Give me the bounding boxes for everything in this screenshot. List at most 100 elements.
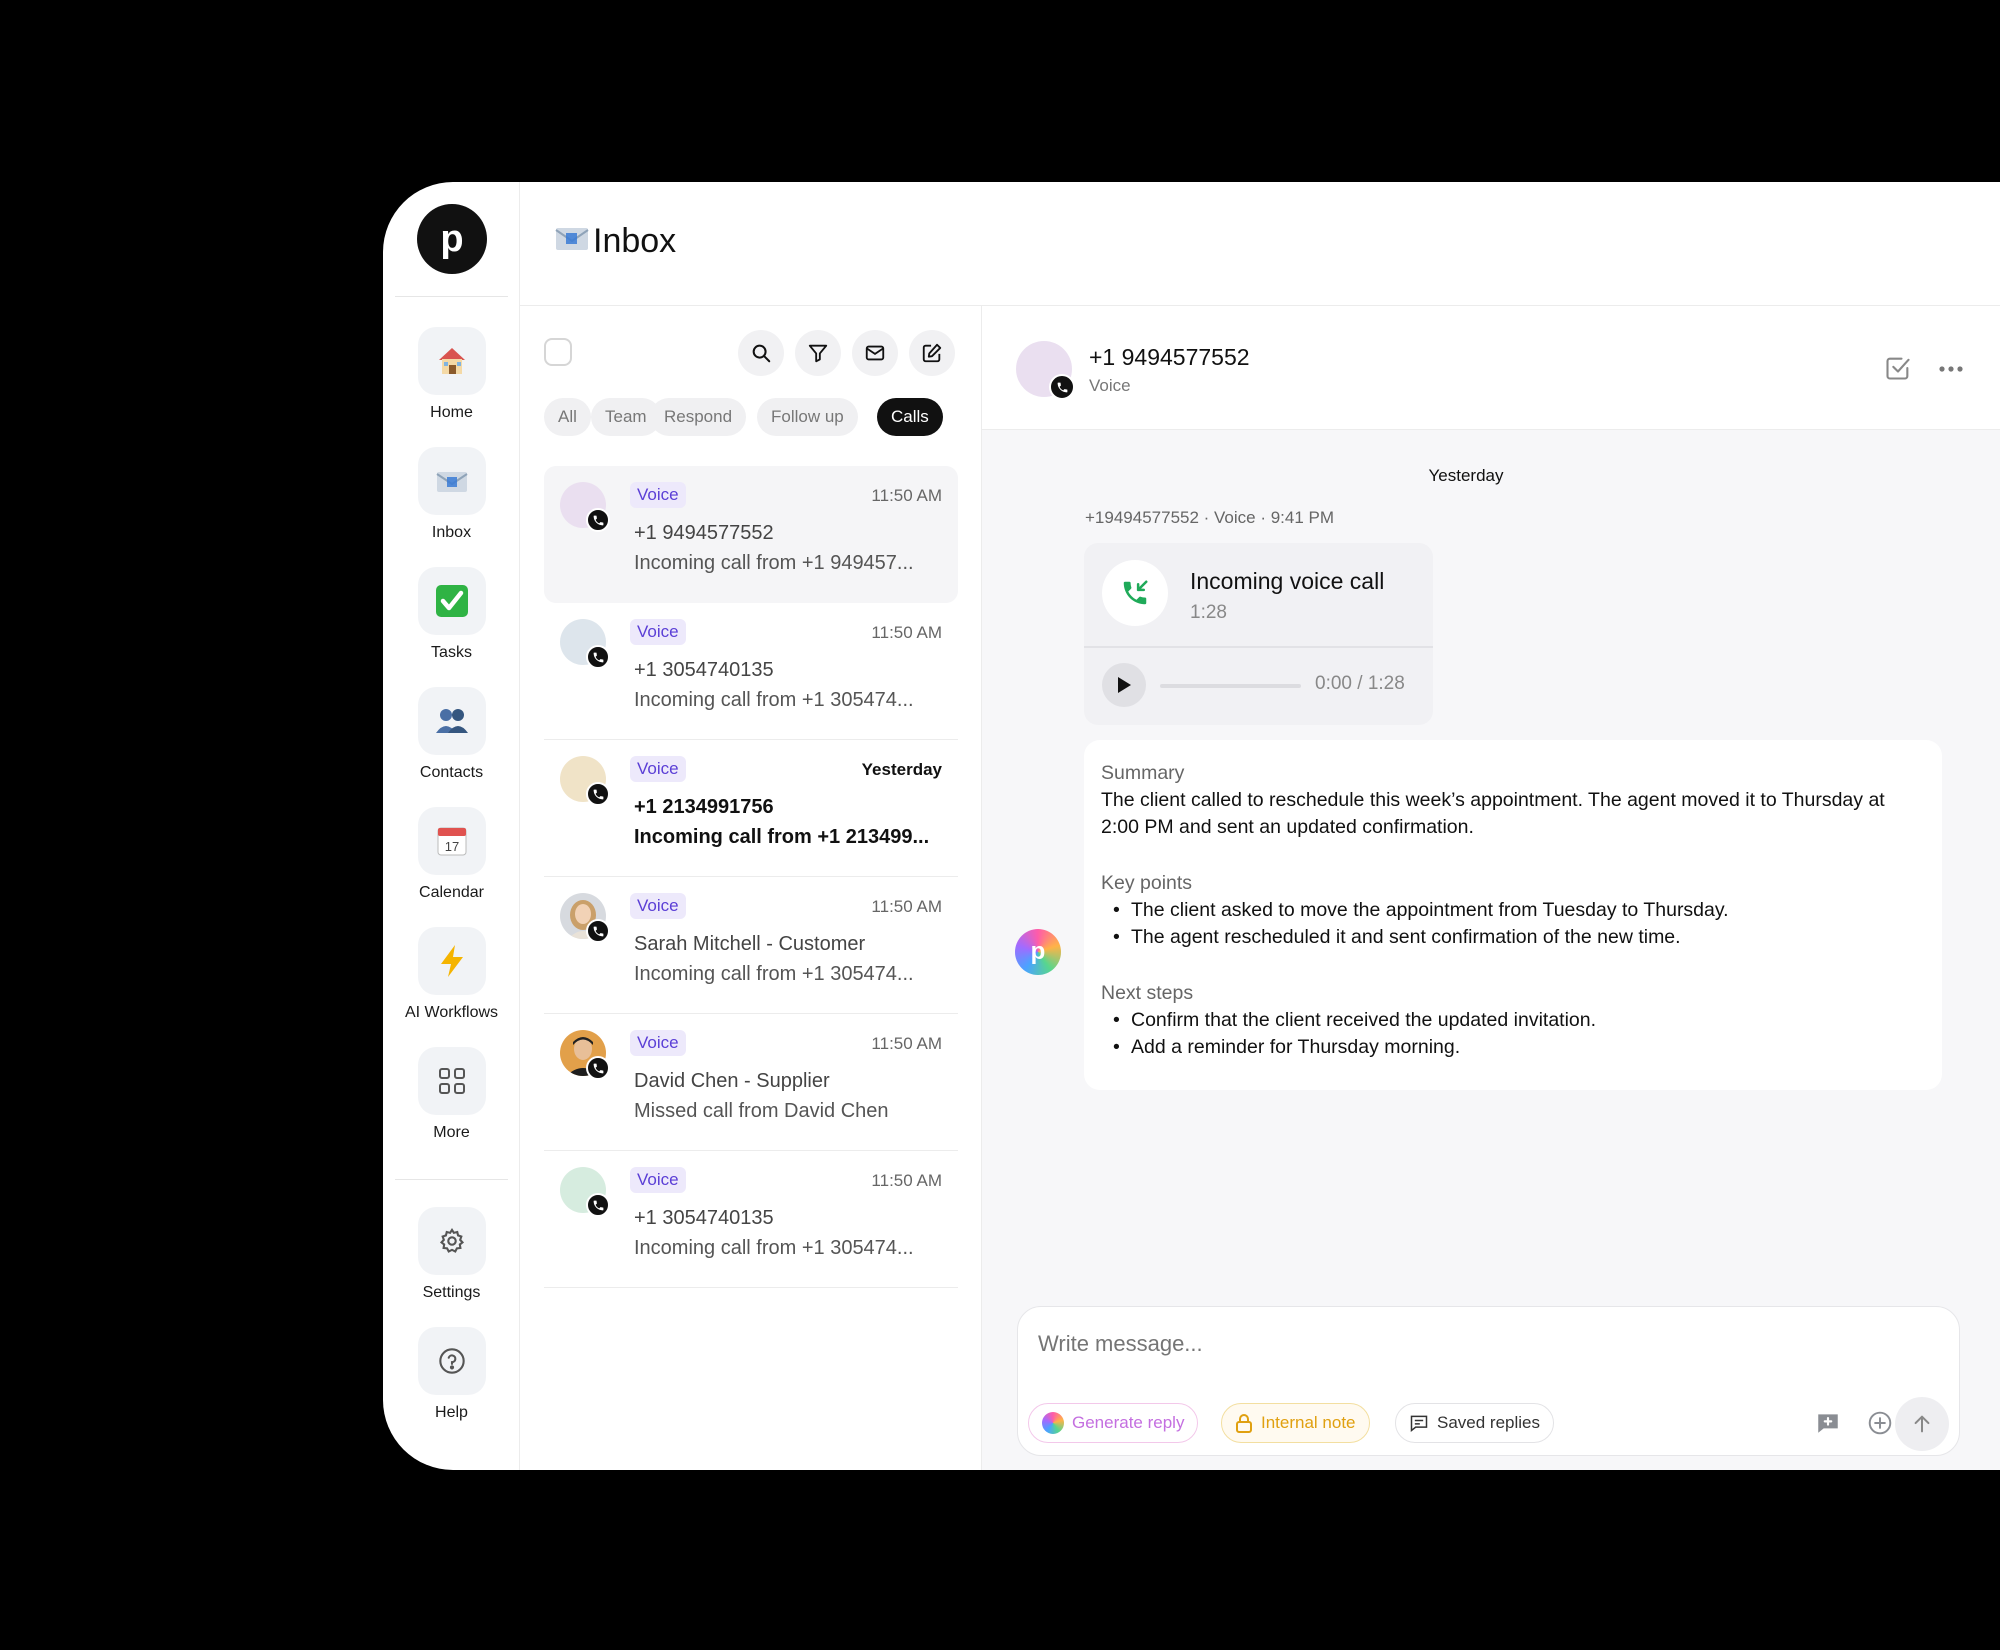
conversation-time: 11:50 AM — [871, 486, 942, 505]
conversation-time: 11:50 AM — [871, 1034, 942, 1053]
list-item: The agent rescheduled it and sent confir… — [1101, 924, 1925, 951]
sidebar-item-home[interactable]: Home — [383, 327, 520, 422]
call-duration: 1:28 — [1190, 602, 1227, 623]
contact-channel: Voice — [1089, 376, 1131, 395]
phone-icon — [1049, 374, 1075, 400]
sidebar-item-help[interactable]: Help — [383, 1327, 520, 1422]
ai-assistant-avatar: p — [1015, 929, 1061, 975]
channel-tag: Voice — [630, 482, 686, 508]
conversation-time: 11:50 AM — [871, 623, 942, 642]
phone-icon — [586, 508, 610, 532]
sidebar-item-label: Contacts — [419, 764, 484, 781]
sidebar-item-label: Inbox — [431, 524, 472, 541]
contacts-icon — [417, 687, 486, 755]
lock-icon — [1236, 1414, 1252, 1433]
attach-button[interactable] — [1860, 1403, 1900, 1443]
phone-icon — [586, 1193, 610, 1217]
sidebar-item-settings[interactable]: Settings — [383, 1207, 520, 1302]
ai-sparkle-icon — [1042, 1412, 1064, 1434]
button-label: Saved replies — [1437, 1413, 1541, 1432]
message-plus-icon — [1818, 1414, 1838, 1433]
conversation-item[interactable]: Voice 11:50 AM +1 9494577552 Incoming ca… — [544, 466, 958, 603]
conversation-detail: +1 9494577552 Voice Yesterday +194945775… — [982, 306, 2000, 1470]
list-item: The client asked to move the appointment… — [1101, 897, 1925, 924]
conversation-name: Sarah Mitchell - Customer — [634, 933, 866, 955]
select-all-checkbox[interactable] — [544, 338, 572, 366]
channel-tag: Voice — [630, 1030, 686, 1056]
conversation-list-panel: All Team Respond Follow up Calls Voice 1… — [520, 306, 982, 1470]
next-steps-heading: Next steps — [1101, 982, 1194, 1004]
sidebar-item-label: Home — [430, 404, 473, 421]
conversation-preview: Incoming call from +1 305474... — [634, 963, 914, 985]
conversation-preview: Missed call from David Chen — [634, 1100, 889, 1122]
sidebar-item-tasks[interactable]: Tasks — [383, 567, 520, 662]
internal-note-button[interactable]: Internal note — [1221, 1403, 1370, 1443]
filter-chip-all[interactable]: All — [544, 398, 591, 436]
call-recording-card: Incoming voice call 1:28 0:00 / 1:28 — [1084, 543, 1433, 725]
conversation-item[interactable]: Voice 11:50 AM David Chen - Supplier Mis… — [544, 1014, 958, 1151]
summary-text: The client called to reschedule this wee… — [1101, 789, 1885, 838]
check-icon — [417, 567, 486, 635]
message-meta: +19494577552 · Voice · 9:41 PM — [1085, 508, 1335, 527]
more-options-button[interactable] — [1938, 352, 1964, 380]
mark-done-button[interactable] — [1884, 354, 1912, 387]
grid-icon — [417, 1047, 486, 1115]
filter-icon — [808, 344, 828, 363]
conversation-preview: Incoming call from +1 305474... — [634, 689, 914, 711]
list-item: Confirm that the client received the upd… — [1101, 1007, 1925, 1034]
list-item: Add a reminder for Thursday morning. — [1101, 1034, 1925, 1061]
saved-replies-button[interactable]: Saved replies — [1395, 1403, 1555, 1443]
sidebar-item-ai-workflows[interactable]: AI Workflows — [383, 927, 520, 1022]
conversation-item[interactable]: Voice 11:50 AM Sarah Mitchell - Customer… — [544, 877, 958, 1014]
key-points-heading: Key points — [1101, 872, 1193, 894]
conversation-preview: Incoming call from +1 305474... — [634, 1237, 914, 1259]
svg-text:17: 17 — [444, 839, 458, 854]
play-button[interactable] — [1102, 663, 1146, 707]
contact-name: +1 9494577552 — [1089, 344, 1250, 370]
filter-chip-calls[interactable]: Calls — [877, 398, 943, 436]
conversation-item[interactable]: Voice 11:50 AM +1 3054740135 Incoming ca… — [544, 603, 958, 740]
sidebar-item-inbox[interactable]: Inbox — [383, 447, 520, 542]
conversation-name: David Chen - Supplier — [634, 1070, 830, 1092]
conversation-item[interactable]: Voice Yesterday +1 2134991756 Incoming c… — [544, 740, 958, 877]
filter-chip-respond[interactable]: Respond — [650, 398, 747, 436]
generate-reply-button[interactable]: Generate reply — [1028, 1403, 1199, 1443]
sidebar-item-label: More — [433, 1124, 470, 1141]
conversation-item[interactable]: Voice 11:50 AM +1 3054740135 Incoming ca… — [544, 1151, 958, 1288]
channel-tag: Voice — [630, 1167, 686, 1193]
sidebar-item-label: Tasks — [431, 644, 472, 661]
help-icon — [417, 1327, 486, 1395]
send-button[interactable] — [1895, 1397, 1949, 1451]
inbox-icon — [555, 226, 589, 260]
add-comment-button[interactable] — [1808, 1403, 1848, 1443]
phone-icon — [586, 645, 610, 669]
conversation-name: +1 3054740135 — [634, 1207, 774, 1229]
sidebar-item-label: Calendar — [419, 884, 484, 901]
sidebar-item-more[interactable]: More — [383, 1047, 520, 1142]
detail-header: +1 9494577552 Voice — [982, 306, 2000, 430]
plus-circle-icon — [1868, 1411, 1892, 1435]
conversation-time: Yesterday — [861, 760, 942, 779]
page-header: Inbox — [520, 182, 2000, 306]
next-steps-list: Confirm that the client received the upd… — [1101, 1007, 1925, 1061]
lightning-icon — [417, 927, 486, 995]
filter-button[interactable] — [795, 330, 841, 376]
sidebar-item-label: Settings — [422, 1284, 481, 1301]
ai-call-summary: Summary The client called to reschedule … — [1084, 740, 1942, 1090]
check-square-icon — [1886, 357, 1910, 380]
incoming-call-icon — [1102, 560, 1168, 626]
message-input[interactable] — [1038, 1331, 1918, 1357]
conversation-name: +1 3054740135 — [634, 659, 774, 681]
arrow-up-icon — [1914, 1415, 1930, 1433]
play-icon — [1118, 677, 1131, 693]
audio-progress-slider[interactable] — [1160, 684, 1301, 688]
sidebar-item-contacts[interactable]: Contacts — [383, 687, 520, 782]
search-button[interactable] — [738, 330, 784, 376]
filter-chip-follow-up[interactable]: Follow up — [757, 398, 858, 436]
app-logo[interactable]: p — [417, 204, 487, 274]
key-points-list: The client asked to move the appointment… — [1101, 897, 1925, 951]
mail-button[interactable] — [852, 330, 898, 376]
sidebar-item-calendar[interactable]: 17 Calendar — [383, 807, 520, 902]
sidebar: p Home Inbox Tasks Contacts 17 Calendar … — [383, 182, 520, 1470]
compose-button[interactable] — [909, 330, 955, 376]
